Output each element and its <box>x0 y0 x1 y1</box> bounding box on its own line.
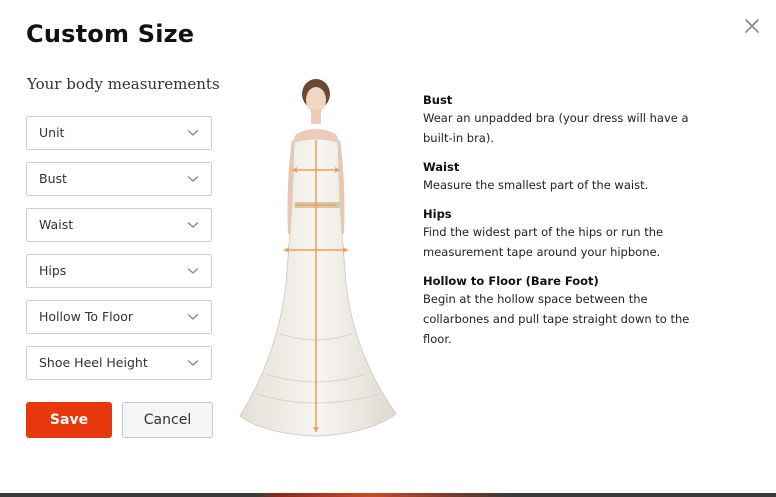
guide-text: Measure the smallest part of the waist. <box>423 178 649 192</box>
waist-select-label: Waist <box>39 217 74 232</box>
guide-text: Find the widest part of the hips or run … <box>423 225 664 259</box>
chevron-down-icon <box>187 314 199 320</box>
guide-item-waist: Waist Measure the smallest part of the w… <box>423 159 723 195</box>
guide-text: Wear an unpadded bra (your dress will ha… <box>423 111 689 145</box>
guide-title: Waist <box>423 160 460 174</box>
chevron-down-icon <box>187 130 199 136</box>
close-icon[interactable] <box>742 16 762 36</box>
unit-select[interactable]: Unit <box>26 116 212 150</box>
chevron-down-icon <box>187 360 199 366</box>
measurement-guide-image <box>236 74 404 440</box>
save-button[interactable]: Save <box>26 402 112 438</box>
bust-select[interactable]: Bust <box>26 162 212 196</box>
guide-item-hollow-to-floor: Hollow to Floor (Bare Foot) Begin at the… <box>423 273 723 349</box>
hips-select-label: Hips <box>39 263 67 278</box>
guide-title: Hollow to Floor (Bare Foot) <box>423 274 599 288</box>
hollow-to-floor-select[interactable]: Hollow To Floor <box>26 300 212 334</box>
shoe-heel-height-select[interactable]: Shoe Heel Height <box>26 346 212 380</box>
guide-item-hips: Hips Find the widest part of the hips or… <box>423 206 723 262</box>
measurements-subtitle: Your body measurements <box>27 75 220 93</box>
guide-title: Bust <box>423 93 453 107</box>
background-page-strip <box>0 493 776 497</box>
guide-title: Hips <box>423 207 452 221</box>
unit-select-label: Unit <box>39 125 65 140</box>
chevron-down-icon <box>187 176 199 182</box>
hips-select[interactable]: Hips <box>26 254 212 288</box>
chevron-down-icon <box>187 268 199 274</box>
bust-select-label: Bust <box>39 171 67 186</box>
waist-select[interactable]: Waist <box>26 208 212 242</box>
hollow-to-floor-select-label: Hollow To Floor <box>39 309 134 324</box>
cancel-button[interactable]: Cancel <box>122 402 213 438</box>
guide-item-bust: Bust Wear an unpadded bra (your dress wi… <box>423 92 723 148</box>
chevron-down-icon <box>187 222 199 228</box>
dialog-title: Custom Size <box>26 20 195 48</box>
shoe-heel-height-select-label: Shoe Heel Height <box>39 355 148 370</box>
custom-size-dialog: Custom Size Your body measurements Unit … <box>0 0 776 493</box>
guide-text: Begin at the hollow space between the co… <box>423 292 690 346</box>
